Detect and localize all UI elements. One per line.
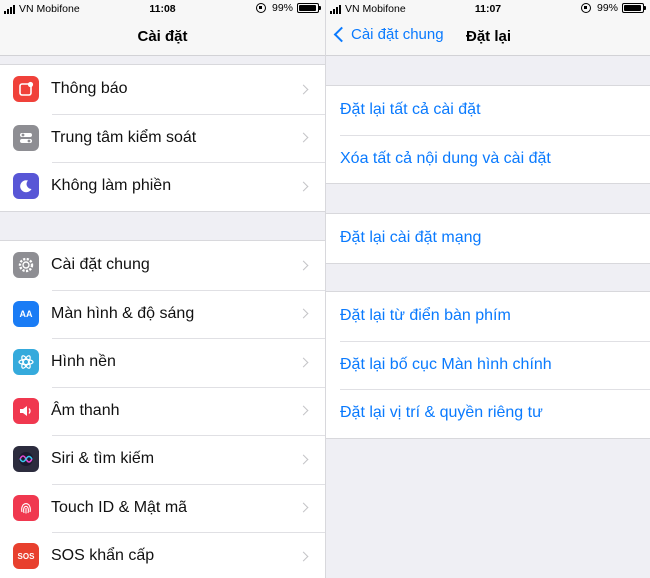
chevron-right-icon: [298, 405, 309, 416]
settings-item-notifications[interactable]: Thông báo: [0, 65, 325, 114]
settings-item-label: Màn hình & độ sáng: [51, 304, 195, 322]
chevron-right-icon: [298, 84, 309, 95]
status-bar: VN Mobifone 11:07 99%: [326, 0, 650, 20]
chevron-right-icon: [298, 132, 309, 143]
reset-item-label: Đặt lại vị trí & quyền riêng tư: [340, 404, 543, 422]
settings-item-siri-search[interactable]: Siri & tìm kiếm: [0, 435, 325, 484]
sound-icon: [13, 397, 39, 424]
chevron-right-icon: [298, 260, 309, 271]
erase-all-content-button[interactable]: Xóa tất cả nội dung và cài đặt: [326, 134, 650, 184]
display-brightness-icon: AA: [13, 300, 39, 327]
battery-percent: 99%: [596, 2, 618, 14]
settings-group-2: Cài đặt chung AA Màn hình & độ sáng Hình…: [0, 240, 325, 578]
wallpaper-icon: [13, 349, 39, 376]
settings-item-label: Cài đặt chung: [51, 256, 150, 274]
moon-icon: [13, 173, 39, 200]
page-title: Cài đặt: [137, 28, 188, 45]
gear-icon: [13, 252, 39, 279]
reset-item-label: Đặt lại cài đặt mạng: [340, 229, 482, 247]
notifications-icon: [13, 76, 39, 103]
back-button[interactable]: Cài đặt chung: [332, 26, 444, 43]
reset-item-label: Đặt lại từ điển bàn phím: [340, 307, 511, 325]
settings-item-label: Hình nền: [51, 353, 116, 371]
reset-location-privacy-button[interactable]: Đặt lại vị trí & quyền riêng tư: [326, 389, 650, 438]
settings-item-sounds[interactable]: Âm thanh: [0, 386, 325, 436]
chevron-right-icon: [298, 308, 309, 319]
reset-item-label: Đặt lại tất cả cài đặt: [340, 101, 481, 119]
chevron-right-icon: [298, 454, 309, 465]
reset-network-settings-button[interactable]: Đặt lại cài đặt mạng: [326, 214, 650, 263]
settings-screen: VN Mobifone 11:08 99% Cài đặt Thông báo …: [0, 0, 325, 578]
orientation-lock-icon: [255, 3, 266, 13]
settings-item-general[interactable]: Cài đặt chung: [0, 241, 325, 290]
nav-bar: Cài đặt chung Đặt lại: [326, 20, 650, 56]
status-bar: VN Mobifone 11:08 99%: [0, 0, 325, 20]
orientation-lock-icon: [580, 3, 591, 13]
siri-icon: [13, 446, 39, 473]
chevron-right-icon: [298, 357, 309, 368]
settings-item-touch-id-passcode[interactable]: Touch ID & Mật mã: [0, 483, 325, 533]
fingerprint-icon: [13, 494, 39, 521]
chevron-right-icon: [298, 181, 309, 192]
settings-item-label: Thông báo: [51, 80, 128, 98]
control-center-icon: [13, 124, 39, 151]
settings-item-do-not-disturb[interactable]: Không làm phiền: [0, 162, 325, 211]
reset-item-label: Xóa tất cả nội dung và cài đặt: [340, 149, 551, 167]
reset-screen: VN Mobifone 11:07 99% Cài đặt chung Đặt …: [325, 0, 650, 578]
reset-group-3: Đặt lại từ điển bàn phím Đặt lại bố cục …: [326, 291, 650, 439]
sos-icon: SOS: [13, 543, 39, 570]
chevron-left-icon: [333, 26, 350, 43]
settings-item-label: Trung tâm kiểm soát: [51, 128, 197, 146]
settings-item-emergency-sos[interactable]: SOS SOS khẩn cấp: [0, 532, 325, 578]
battery-icon: [297, 3, 321, 13]
chevron-right-icon: [298, 502, 309, 513]
back-button-label: Cài đặt chung: [351, 26, 444, 43]
battery-percent: 99%: [271, 2, 293, 14]
settings-item-display-brightness[interactable]: AA Màn hình & độ sáng: [0, 289, 325, 339]
reset-home-screen-layout-button[interactable]: Đặt lại bố cục Màn hình chính: [326, 340, 650, 390]
reset-keyboard-dictionary-button[interactable]: Đặt lại từ điển bàn phím: [326, 292, 650, 341]
reset-item-label: Đặt lại bố cục Màn hình chính: [340, 355, 552, 373]
nav-bar: Cài đặt: [0, 20, 325, 56]
settings-group-1: Thông báo Trung tâm kiểm soát Không làm …: [0, 64, 325, 212]
battery-icon: [622, 3, 646, 13]
reset-all-settings-button[interactable]: Đặt lại tất cả cài đặt: [326, 86, 650, 135]
settings-item-label: Touch ID & Mật mã: [51, 498, 188, 516]
settings-item-label: Siri & tìm kiếm: [51, 450, 155, 468]
chevron-right-icon: [298, 551, 309, 562]
settings-item-control-center[interactable]: Trung tâm kiểm soát: [0, 113, 325, 163]
settings-item-label: Âm thanh: [51, 401, 120, 419]
settings-item-wallpaper[interactable]: Hình nền: [0, 338, 325, 387]
settings-item-label: Không làm phiền: [51, 177, 172, 195]
page-title: Đặt lại: [466, 28, 512, 45]
settings-item-label: SOS khẩn cấp: [51, 547, 155, 565]
reset-group-2: Đặt lại cài đặt mạng: [326, 213, 650, 264]
reset-group-1: Đặt lại tất cả cài đặt Xóa tất cả nội du…: [326, 85, 650, 184]
